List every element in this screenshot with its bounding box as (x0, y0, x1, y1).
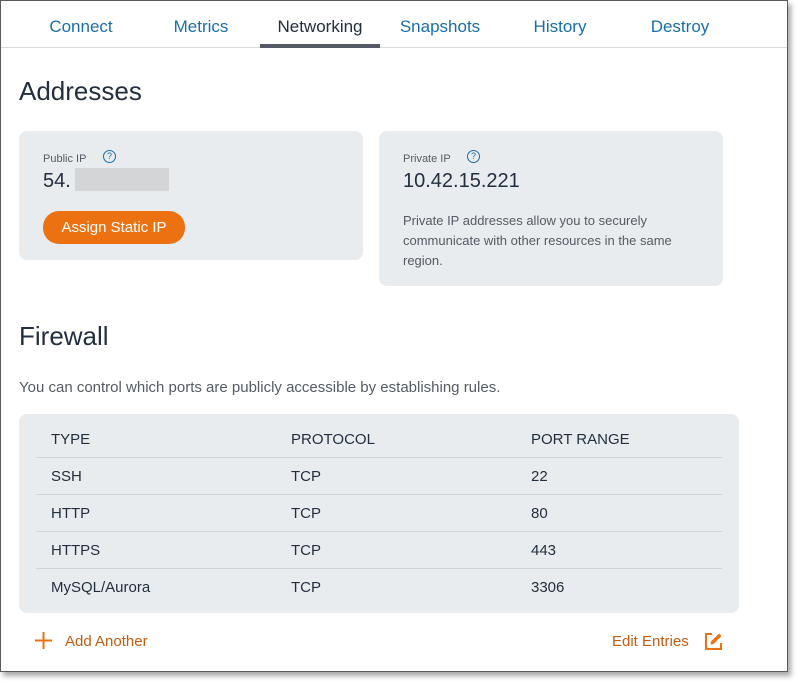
table-cell-protocol: TCP (291, 468, 321, 485)
column-header-type: TYPE (51, 431, 91, 448)
tab-networking[interactable]: Networking (260, 1, 380, 48)
table-cell-protocol: TCP (291, 542, 321, 559)
private-ip-card: Private IP ? 10.42.15.221 Private IP add… (379, 131, 723, 286)
addresses-heading: Addresses (19, 76, 142, 106)
table-cell-port: 80 (531, 505, 548, 522)
table-cell-port: 22 (531, 468, 548, 485)
private-ip-help-icon[interactable]: ? (467, 150, 480, 163)
edit-icon[interactable] (704, 632, 723, 651)
firewall-intro: You can control which ports are publicly… (19, 379, 501, 396)
row-divider (36, 531, 722, 532)
edit-entries-link[interactable]: Edit Entries (612, 633, 689, 650)
redacted-ip-block (75, 168, 169, 191)
assign-static-ip-button[interactable]: Assign Static IP (43, 211, 185, 244)
table-cell-type: MySQL/Aurora (51, 579, 151, 596)
public-ip-value: 54. (43, 170, 71, 192)
add-another-link[interactable]: Add Another (65, 633, 148, 650)
table-cell-type: HTTPS (51, 542, 101, 559)
private-ip-description-line: communicate with other resources in the … (403, 233, 672, 248)
public-ip-help-icon[interactable]: ? (103, 150, 116, 163)
column-header-protocol: PROTOCOL (291, 431, 375, 448)
row-divider (36, 457, 722, 458)
private-ip-description: Private IP addresses allow you to secure… (403, 211, 672, 271)
table-cell-protocol: TCP (291, 579, 321, 596)
public-ip-label: Public IP (43, 153, 87, 165)
tab-metrics[interactable]: Metrics (141, 1, 261, 47)
plus-icon[interactable] (35, 632, 52, 649)
tab-connect[interactable]: Connect (21, 1, 141, 47)
row-divider (36, 494, 722, 495)
firewall-table: TYPE PROTOCOL PORT RANGE SSH TCP 22 HTTP… (19, 414, 739, 613)
private-ip-value: 10.42.15.221 (403, 170, 520, 192)
private-ip-description-line: Private IP addresses allow you to secure… (403, 213, 647, 228)
public-ip-card: Public IP ? 54. Assign Static IP (19, 131, 363, 260)
table-cell-port: 3306 (531, 579, 565, 596)
column-header-port-range: PORT RANGE (531, 431, 630, 448)
tab-destroy[interactable]: Destroy (620, 1, 740, 47)
private-ip-description-line: region. (403, 253, 443, 268)
networking-panel: Connect Metrics Networking Snapshots His… (0, 0, 788, 672)
row-divider (36, 568, 722, 569)
table-cell-protocol: TCP (291, 505, 321, 522)
tab-bar: Connect Metrics Networking Snapshots His… (1, 1, 787, 48)
tab-snapshots[interactable]: Snapshots (380, 1, 500, 47)
tab-history[interactable]: History (500, 1, 620, 47)
table-cell-port: 443 (531, 542, 557, 559)
table-cell-type: SSH (51, 468, 82, 485)
firewall-heading: Firewall (19, 321, 109, 351)
private-ip-label: Private IP (403, 153, 451, 165)
table-cell-type: HTTP (51, 505, 91, 522)
